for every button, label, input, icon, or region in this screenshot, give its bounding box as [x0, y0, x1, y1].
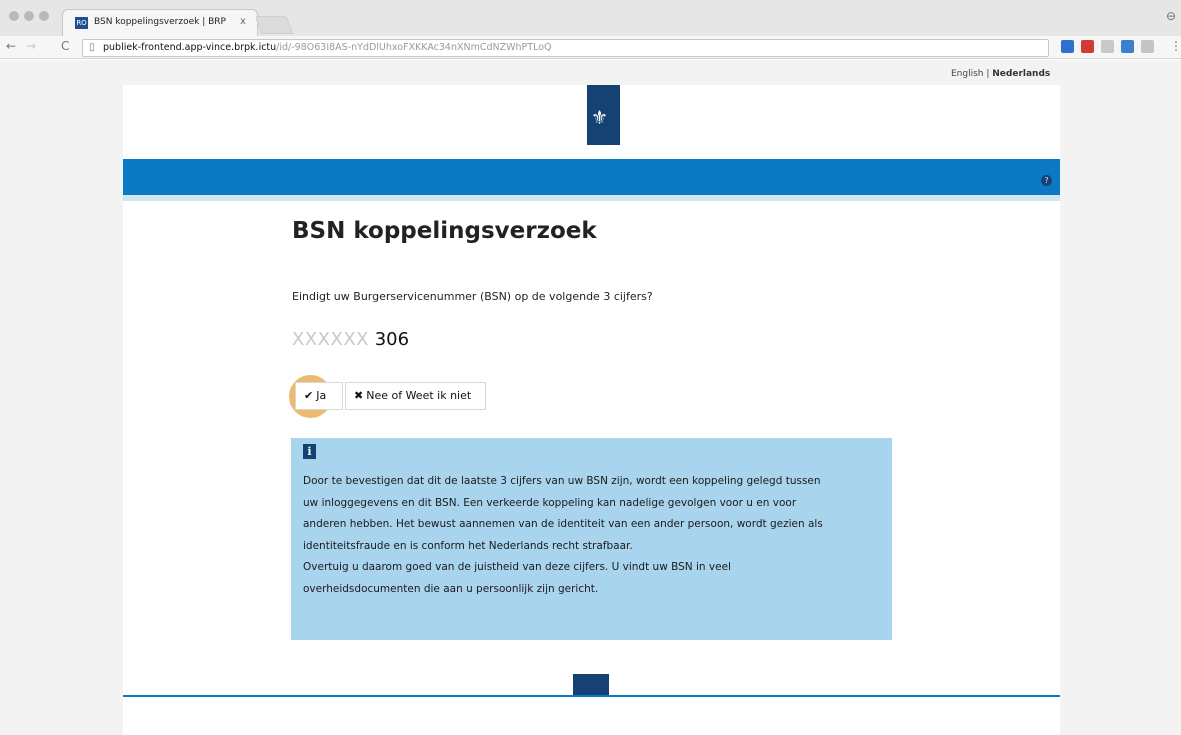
minimize-window-button[interactable] [24, 11, 34, 21]
government-logo: ⚜ [587, 85, 620, 145]
info-icon: i [303, 444, 316, 459]
bsn-display: XXXXXX 306 [292, 329, 409, 350]
page-viewport: English | Nederlands ⚜ ? BSN koppelingsv… [0, 60, 1181, 735]
info-box: i Door te bevestigen dat dit de laatste … [291, 438, 892, 640]
profile-icon[interactable]: ⊖ [1166, 9, 1176, 23]
extension-icon[interactable] [1101, 40, 1114, 53]
bsn-question: Eindigt uw Burgerservicenummer (BSN) op … [292, 290, 653, 303]
info-line: Overtuig u daarom goed van de juistheid … [303, 561, 731, 573]
yes-button-label: Ja [316, 389, 327, 402]
back-icon[interactable]: ← [6, 39, 16, 53]
browser-tab[interactable]: RO BSN koppelingsverzoek | BRP x [62, 9, 258, 36]
tab-title: BSN koppelingsverzoek | BRP [94, 17, 226, 27]
close-window-button[interactable] [9, 11, 19, 21]
check-icon: ✔ [304, 389, 314, 402]
zoom-window-button[interactable] [39, 11, 49, 21]
forward-icon[interactable]: → [26, 39, 36, 53]
info-line: anderen hebben. Het bewust aannemen van … [303, 518, 823, 530]
coat-of-arms-icon: ⚜ [591, 107, 609, 129]
footer-line [123, 695, 1060, 697]
page-container: ⚜ ? BSN koppelingsverzoek Eindigt uw Bur… [123, 85, 1060, 735]
extension-icon[interactable] [1141, 40, 1154, 53]
extension-icon[interactable] [1061, 40, 1074, 53]
language-switch: English | Nederlands [951, 69, 1050, 79]
info-text: Door te bevestigen dat dit de laatste 3 … [303, 471, 883, 600]
no-button[interactable]: ✖ Nee of Weet ik niet [345, 382, 486, 410]
bsn-mask: XXXXXX [292, 329, 369, 350]
url-path: /id/-98O63I8AS-nYdDlUhxoFXKKAc34nXNmCdNZ… [276, 42, 552, 53]
new-tab-button[interactable] [254, 16, 294, 34]
language-english-link[interactable]: English [951, 69, 984, 79]
info-line: overheidsdocumenten die aan u persoonlij… [303, 582, 599, 595]
reload-icon[interactable]: C [61, 39, 69, 53]
header-accent-bar [123, 195, 1060, 201]
header-bar: ? [123, 159, 1060, 195]
url-host: publiek-frontend.app-vince.brpk.ictu [103, 42, 277, 53]
browser-titlebar: RO BSN koppelingsverzoek | BRP x ⊖ [0, 0, 1181, 36]
language-separator: | [983, 69, 993, 79]
yes-button[interactable]: ✔ Ja [295, 382, 343, 410]
page-icon: ▯ [89, 42, 95, 53]
page-title: BSN koppelingsverzoek [292, 218, 597, 244]
bsn-last-digits: 306 [374, 329, 410, 350]
footer-logo [573, 674, 609, 695]
url-text[interactable]: publiek-frontend.app-vince.brpk.ictu/id/… [103, 42, 552, 53]
extension-icon[interactable] [1081, 40, 1094, 53]
address-bar[interactable]: ▯ publiek-frontend.app-vince.brpk.ictu/i… [82, 39, 1049, 57]
info-line: identiteitsfraude en is conform het Nede… [303, 539, 633, 552]
favicon-icon: RO [75, 17, 88, 29]
language-dutch-link[interactable]: Nederlands [992, 69, 1050, 79]
info-line: uw inloggegevens en dit BSN. Een verkeer… [303, 496, 797, 509]
tab-close-icon[interactable]: x [240, 16, 246, 27]
browser-menu-icon[interactable]: ⋮ [1170, 39, 1181, 53]
cross-icon: ✖ [354, 389, 364, 402]
extension-icon[interactable] [1121, 40, 1134, 53]
browser-toolbar: ← → C ▯ publiek-frontend.app-vince.brpk.… [0, 36, 1181, 59]
help-icon[interactable]: ? [1041, 175, 1052, 186]
info-line: Door te bevestigen dat dit de laatste 3 … [303, 475, 821, 487]
no-button-label: Nee of Weet ik niet [366, 389, 472, 402]
